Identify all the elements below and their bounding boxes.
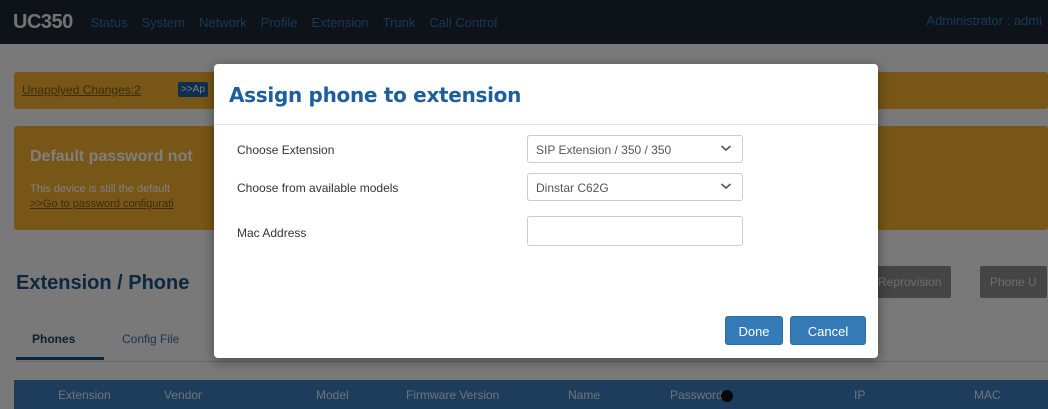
dialog-divider: [214, 124, 878, 125]
done-button[interactable]: Done: [725, 316, 783, 345]
choose-model-label: Choose from available models: [237, 181, 399, 195]
assign-phone-dialog: Assign phone to extension Choose Extensi…: [214, 64, 878, 358]
mac-address-label: Mac Address: [237, 226, 307, 240]
choose-model-value: Dinstar C62G: [536, 181, 609, 195]
choose-extension-label: Choose Extension: [237, 143, 335, 157]
choose-model-select[interactable]: Dinstar C62G: [527, 173, 743, 201]
choose-extension-select[interactable]: SIP Extension / 350 / 350: [527, 135, 743, 163]
chevron-down-icon: [720, 183, 732, 190]
choose-extension-value: SIP Extension / 350 / 350: [536, 143, 672, 157]
cancel-button[interactable]: Cancel: [790, 316, 866, 345]
mac-address-input[interactable]: [527, 216, 743, 246]
dialog-title: Assign phone to extension: [229, 83, 522, 107]
chevron-down-icon: [720, 145, 732, 152]
